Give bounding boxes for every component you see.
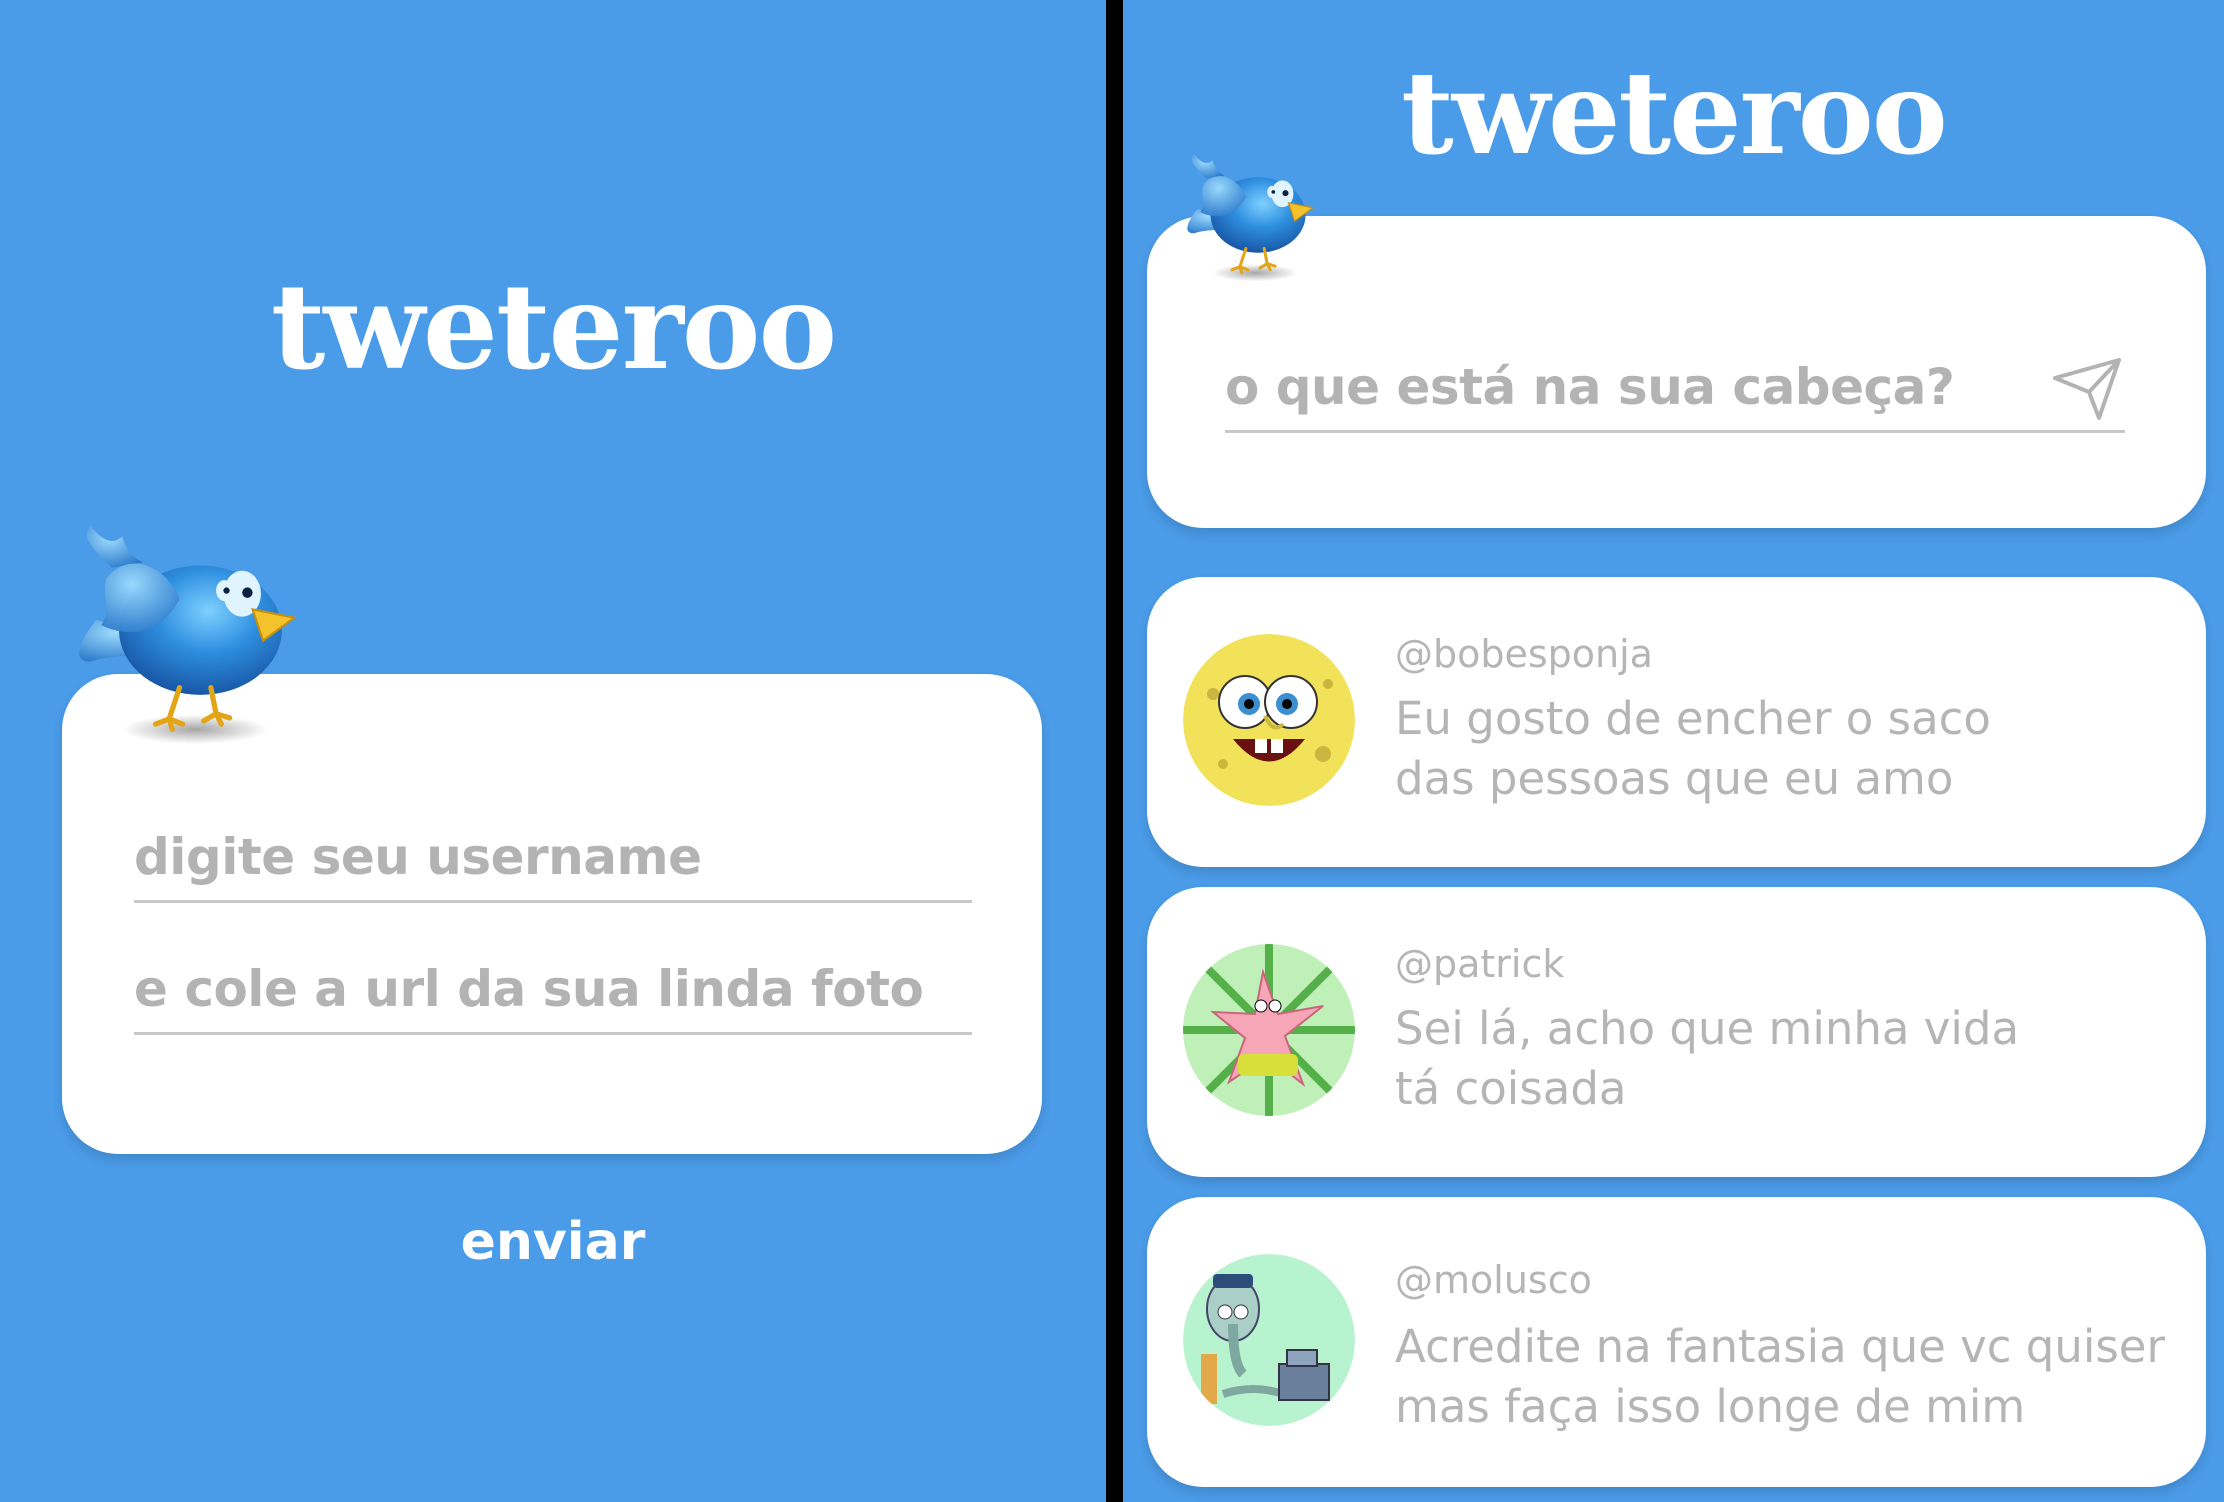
photo-url-input[interactable]: e cole a url da sua linda foto <box>134 952 972 1035</box>
tweet-card: @bobesponja Eu gosto de encher o saco da… <box>1147 577 2206 867</box>
username-input[interactable]: digite seu username <box>134 820 972 903</box>
compose-placeholder: o que está na sua cabeça? <box>1225 358 1955 416</box>
tweet-card: @patrick Sei lá, acho que minha vida tá … <box>1147 887 2206 1177</box>
spongebob-avatar[interactable] <box>1183 634 1355 806</box>
photo-url-placeholder: e cole a url da sua linda foto <box>134 960 924 1018</box>
tweet-username[interactable]: @molusco <box>1395 1261 1592 1299</box>
patrick-avatar[interactable] <box>1183 944 1355 1116</box>
compose-input[interactable]: o que está na sua cabeça? <box>1225 334 2125 433</box>
tweet-text-line: tá coisada <box>1395 1062 1627 1115</box>
tweet-text-line: Eu gosto de encher o saco <box>1395 692 1991 745</box>
tweet-username[interactable]: @patrick <box>1395 945 1564 983</box>
tweet-text-line: mas faça isso longe de mim <box>1395 1380 2026 1433</box>
username-placeholder: digite seu username <box>134 828 702 886</box>
squidward-avatar[interactable] <box>1183 1254 1355 1426</box>
tweet-text: Acredite na fantasia que vc quiser mas f… <box>1395 1317 2175 1437</box>
tweet-text-line: das pessoas que eu amo <box>1395 752 1954 805</box>
bluebird-mascot-icon <box>60 505 320 745</box>
tweet-text: Eu gosto de encher o saco das pessoas qu… <box>1395 689 2175 809</box>
send-button[interactable]: enviar <box>0 1216 1106 1268</box>
app-title: tweteroo <box>270 257 837 396</box>
login-screen: tweteroo digite seu username e cole a ur… <box>0 0 1106 1502</box>
tweet-text-line: Acredite na fantasia que vc quiser <box>1395 1320 2165 1373</box>
tweet-text: Sei lá, acho que minha vida tá coisada <box>1395 999 2175 1119</box>
tweet-card: @molusco Acredite na fantasia que vc qui… <box>1147 1197 2206 1487</box>
paper-plane-icon[interactable] <box>2051 356 2123 422</box>
tweet-username[interactable]: @bobesponja <box>1395 635 1653 673</box>
login-card: digite seu username e cole a url da sua … <box>62 674 1042 1154</box>
bluebird-mascot-icon <box>1185 152 1315 282</box>
tweet-text-line: Sei lá, acho que minha vida <box>1395 1002 2020 1055</box>
